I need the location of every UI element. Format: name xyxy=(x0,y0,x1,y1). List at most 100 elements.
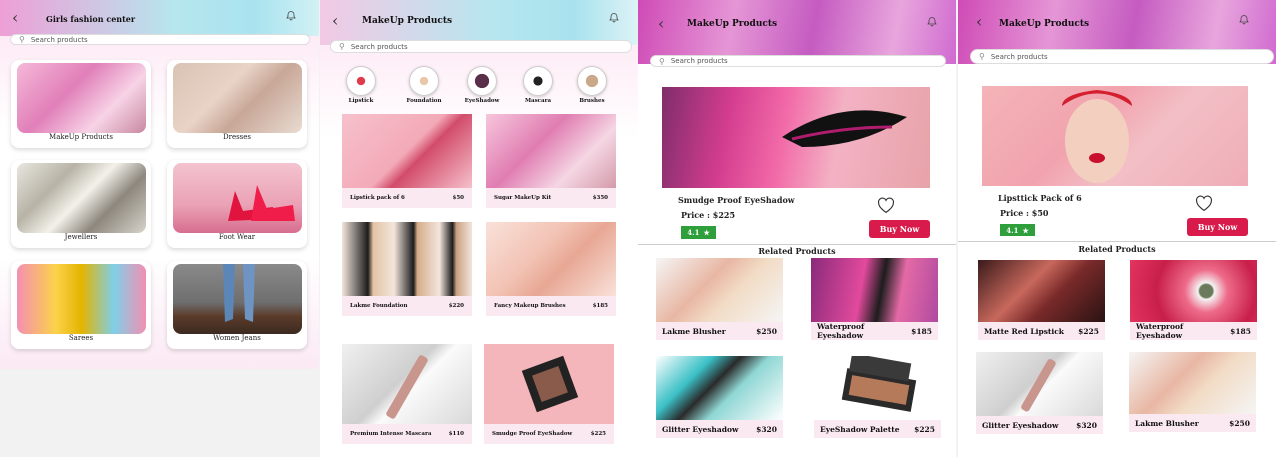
star-icon: ★ xyxy=(703,228,710,237)
category-card-women-jeans[interactable]: Women Jeans xyxy=(167,261,307,349)
related-product-card[interactable]: EyeShadow Palette $225 xyxy=(814,353,941,438)
category-card-jewellers[interactable]: Jewellers xyxy=(11,160,151,248)
related-product-card[interactable]: Matte Red Lipstick $225 xyxy=(978,260,1105,340)
back-arrow-icon[interactable]: ‹ xyxy=(658,16,664,32)
category-card-sarees[interactable]: Sarees xyxy=(11,261,151,349)
subcategory-eyeshadow[interactable] xyxy=(467,66,497,96)
search-icon: ⚲ xyxy=(19,35,25,44)
subcategory-foundation[interactable] xyxy=(409,66,439,96)
product-hero-image xyxy=(662,87,930,188)
screenshot-collage: ‹ Girls fashion center ⚲ Search products… xyxy=(0,0,1276,457)
category-image xyxy=(173,63,302,133)
rating-value: 4.1 xyxy=(1006,225,1019,235)
product-price: $250 xyxy=(756,326,777,336)
product-image xyxy=(978,260,1105,322)
bell-icon[interactable] xyxy=(926,16,938,28)
product-info: Waterproof Eyeshadow $185 xyxy=(1130,322,1257,340)
divider xyxy=(638,244,956,245)
product-name: Smudge Proof EyeShadow xyxy=(678,195,795,205)
buy-now-button[interactable]: Buy Now xyxy=(1187,218,1248,236)
product-name: Smudge Proof EyeShadow xyxy=(492,431,573,437)
product-card[interactable]: Lipstick pack of 6 $50 xyxy=(342,114,472,208)
rating-badge: 4.1 ★ xyxy=(1000,224,1035,236)
product-info: Fancy Makeup Brushes $185 xyxy=(486,296,616,316)
heart-icon[interactable] xyxy=(1194,194,1214,212)
product-card[interactable]: Fancy Makeup Brushes $185 xyxy=(486,222,616,316)
bell-icon[interactable] xyxy=(608,12,620,24)
back-arrow-icon[interactable]: ‹ xyxy=(12,10,18,26)
related-product-card[interactable]: Lakme Blusher $250 xyxy=(656,258,783,340)
rating-badge: 4.1 ★ xyxy=(681,226,716,239)
product-image xyxy=(1129,352,1256,414)
page-title: Girls fashion center xyxy=(46,14,136,24)
product-image xyxy=(342,344,472,424)
product-price: $320 xyxy=(1076,420,1097,430)
search-icon: ⚲ xyxy=(979,52,985,61)
product-card[interactable]: Premium Intense Mascara $110 xyxy=(342,344,472,444)
product-info: Lakme Blusher $250 xyxy=(1129,414,1256,432)
related-product-card[interactable]: Waterproof Eyeshadow $185 xyxy=(1130,260,1257,340)
subcategory-lipstick[interactable] xyxy=(346,66,376,96)
product-image xyxy=(486,222,616,296)
product-hero-image xyxy=(982,86,1248,186)
product-image xyxy=(811,258,938,322)
app-header: ‹ Girls fashion center xyxy=(0,0,319,36)
back-arrow-icon[interactable]: ‹ xyxy=(332,13,338,29)
category-image xyxy=(17,63,146,133)
product-name: Lakme Blusher xyxy=(1135,418,1199,428)
product-card[interactable]: Lakme Foundation $220 xyxy=(342,222,472,316)
product-price: $250 xyxy=(1229,418,1250,428)
product-info: Waterproof Eyeshadow $185 xyxy=(811,322,938,340)
product-price: $185 xyxy=(911,326,932,336)
related-product-card[interactable]: Lakme Blusher $250 xyxy=(1129,352,1256,432)
makeup-products-screen: ‹ MakeUp Products ⚲ Search products Lips… xyxy=(320,0,638,457)
product-name: Lakme Foundation xyxy=(350,303,408,309)
related-products-title: Related Products xyxy=(758,246,836,256)
product-detail-screen-lipstick: ‹ MakeUp Products ⚲ Search products Lips… xyxy=(958,0,1276,457)
search-placeholder: Search products xyxy=(350,42,408,51)
subcategory-label: EyeShadow xyxy=(464,98,500,104)
subcategory-brushes[interactable] xyxy=(577,66,607,96)
product-price: $320 xyxy=(756,424,777,434)
product-name: Matte Red Lipstick xyxy=(984,326,1064,336)
search-placeholder: Search products xyxy=(990,52,1048,61)
related-product-card[interactable]: Glitter Eyeshadow $320 xyxy=(976,352,1103,434)
product-info: Lakme Foundation $220 xyxy=(342,296,472,316)
bell-icon[interactable] xyxy=(285,10,297,22)
related-product-card[interactable]: Waterproof Eyeshadow $185 xyxy=(811,258,938,340)
category-image xyxy=(173,163,302,233)
product-name: EyeShadow Palette xyxy=(820,424,900,434)
related-product-card[interactable]: Glitter Eyeshadow $320 xyxy=(656,356,783,438)
app-header: ‹ MakeUp Products xyxy=(320,0,638,45)
subcategory-mascara[interactable] xyxy=(523,66,553,96)
product-image xyxy=(656,258,783,322)
product-info: Lipstick pack of 6 $50 xyxy=(342,188,472,208)
product-card[interactable]: Smudge Proof EyeShadow $225 xyxy=(484,344,614,444)
search-input[interactable]: ⚲ Search products xyxy=(650,55,946,67)
buy-now-button[interactable]: Buy Now xyxy=(869,220,930,238)
heart-icon[interactable] xyxy=(876,196,896,214)
product-price: $110 xyxy=(448,431,464,437)
back-arrow-icon[interactable]: ‹ xyxy=(976,14,982,30)
product-price: $350 xyxy=(592,195,608,201)
bell-icon[interactable] xyxy=(1238,14,1250,26)
product-image xyxy=(484,344,614,424)
product-image xyxy=(1130,260,1257,322)
product-detail-screen-eyeshadow: ‹ MakeUp Products ⚲ Search products Smud… xyxy=(638,0,956,457)
product-price: Price : $50 xyxy=(1000,208,1049,218)
category-card-dresses[interactable]: Dresses xyxy=(167,60,307,148)
category-card-footwear[interactable]: Foot Wear xyxy=(167,160,307,248)
category-label: Foot Wear xyxy=(218,233,256,241)
product-card[interactable]: Sugar MakeUp Kit $350 xyxy=(486,114,616,208)
product-name: Lakme Blusher xyxy=(662,326,726,336)
search-placeholder: Search products xyxy=(30,35,88,44)
search-input[interactable]: ⚲ Search products xyxy=(10,34,310,45)
search-input[interactable]: ⚲ Search products xyxy=(330,40,632,53)
product-price: $225 xyxy=(590,431,606,437)
divider xyxy=(958,241,1276,242)
product-name: Fancy Makeup Brushes xyxy=(494,303,566,309)
search-input[interactable]: ⚲ Search products xyxy=(970,49,1274,64)
category-card-makeup[interactable]: MakeUp Products xyxy=(11,60,151,148)
category-label: Dresses xyxy=(222,133,252,141)
star-icon: ★ xyxy=(1022,225,1029,235)
